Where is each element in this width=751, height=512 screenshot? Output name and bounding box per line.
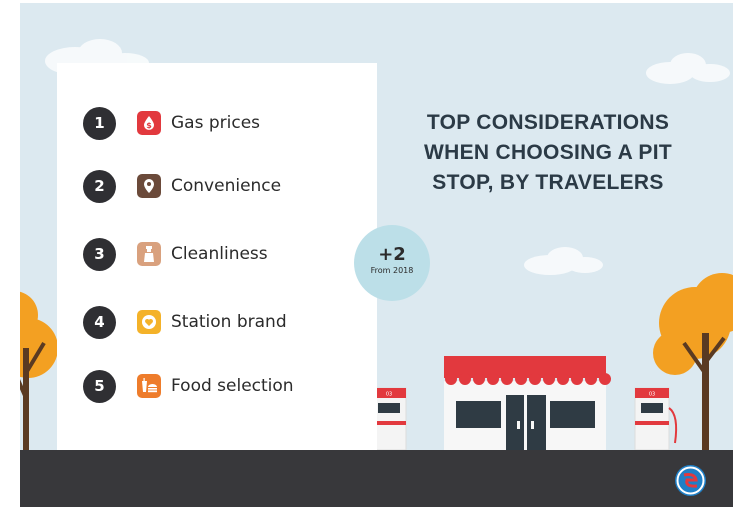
- pump-labels: 03 03: [386, 392, 655, 398]
- brand-logo-icon: [675, 465, 706, 496]
- pump-number-right: 03: [649, 392, 655, 398]
- road: [20, 450, 733, 507]
- pump-number-left: 03: [386, 392, 392, 398]
- infographic: 1 $ Gas prices 2 Convenience 3 Cleanline…: [20, 3, 733, 507]
